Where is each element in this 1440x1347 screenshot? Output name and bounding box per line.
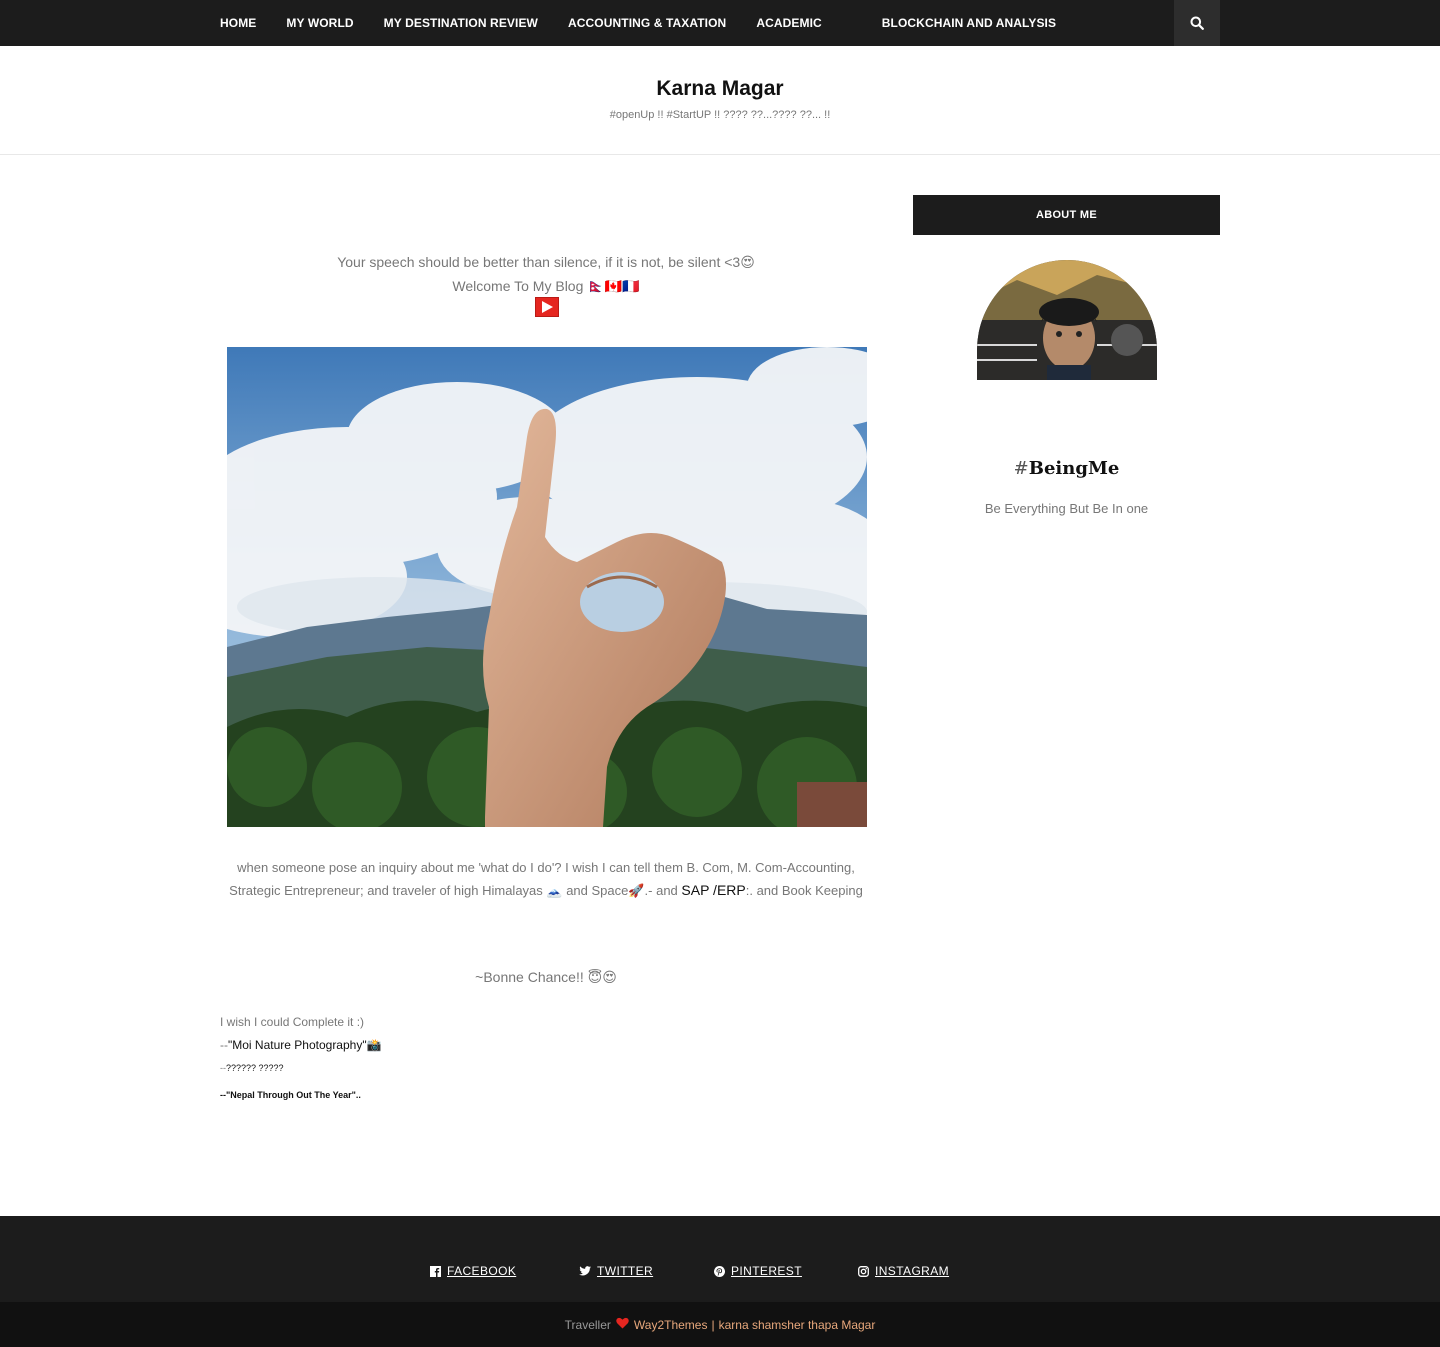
search-icon xyxy=(1190,16,1204,30)
footer-credits: Traveller Way2Themes | karna shamsher th… xyxy=(0,1302,1440,1347)
being-me-text: BeingMe xyxy=(1028,458,1120,479)
credits-separator: | xyxy=(711,1317,715,1332)
intro-line-2b: :. and Book Keeping xyxy=(745,883,863,898)
being-me-heading: #BeingMe xyxy=(913,458,1220,479)
author-link[interactable]: karna shamsher thapa Magar xyxy=(719,1318,876,1332)
intro-line-1: when someone pose an inquiry about me 'w… xyxy=(237,860,855,875)
moi-prefix: -- xyxy=(220,1038,228,1052)
pinterest-icon xyxy=(714,1265,725,1277)
avatar xyxy=(977,260,1157,380)
nepal-year-line: --"Nepal Through Out The Year".. xyxy=(220,1090,361,1100)
site-header: Karna Magar #openUp !! #StartUP !! ???? … xyxy=(0,46,1440,155)
instagram-label: INSTAGRAM xyxy=(875,1264,950,1278)
youtube-play-button[interactable] xyxy=(535,297,559,317)
pinterest-label: PINTEREST xyxy=(731,1264,802,1278)
top-navigation-bar: HOME MY WORLD MY DESTINATION REVIEW ACCO… xyxy=(0,0,1440,46)
hash-symbol: # xyxy=(1013,458,1029,479)
instagram-icon xyxy=(858,1265,869,1277)
complete-text: I wish I could Complete it :) xyxy=(220,1015,365,1029)
site-tagline: #openUp !! #StartUP !! ???? ??...???? ??… xyxy=(609,109,831,121)
sap-erp-link[interactable]: SAP /ERP xyxy=(681,882,745,898)
site-title[interactable]: Karna Magar xyxy=(0,77,1440,101)
nav-home[interactable]: HOME xyxy=(220,16,256,30)
twitter-icon xyxy=(579,1266,591,1276)
facebook-link[interactable]: FACEBOOK xyxy=(430,1264,516,1278)
hero-photo-hand-clouds xyxy=(227,347,867,827)
nav-blockchain-analysis[interactable]: BLOCKCHAIN AND ANALYSIS xyxy=(882,16,1056,30)
nepali-link[interactable]: ?????? ????? xyxy=(226,1063,284,1073)
heart-icon xyxy=(616,1317,629,1332)
facebook-icon xyxy=(430,1265,441,1277)
pinterest-link[interactable]: PINTEREST xyxy=(714,1264,802,1278)
facebook-label: FACEBOOK xyxy=(447,1264,517,1278)
bonne-chance-text: ~Bonne Chance!! 😇😍 xyxy=(475,969,617,985)
intro-paragraph: when someone pose an inquiry about me 'w… xyxy=(220,857,872,902)
way2themes-link[interactable]: Way2Themes xyxy=(634,1318,708,1332)
twitter-link[interactable]: TWITTER xyxy=(579,1264,653,1278)
moi-nature-line: --"Moi Nature Photography"📸 xyxy=(220,1038,382,1052)
footer-social-bar: FACEBOOK TWITTER PINTEREST INSTAGRAM xyxy=(0,1216,1440,1302)
being-me-subtitle: Be Everything But Be In one xyxy=(984,501,1149,516)
quote-text: Your speech should be better than silenc… xyxy=(337,254,755,270)
welcome-text: Welcome To My Blog 🇳🇵🇨🇦🇫🇷 xyxy=(452,278,640,294)
instagram-link[interactable]: INSTAGRAM xyxy=(858,1264,949,1278)
widget-title-about-me: ABOUT ME xyxy=(913,195,1220,235)
play-icon xyxy=(542,301,553,313)
intro-line-2a: Strategic Entrepreneur; and traveler of … xyxy=(229,883,682,898)
nav-accounting-taxation[interactable]: ACCOUNTING & TAXATION xyxy=(568,16,726,30)
moi-nature-photography-link[interactable]: "Moi Nature Photography" xyxy=(228,1038,367,1052)
search-button[interactable] xyxy=(1174,0,1220,46)
nav-academic[interactable]: ACADEMIC xyxy=(756,16,821,30)
camera-emoji: 📸 xyxy=(366,1038,382,1052)
nav-my-world[interactable]: MY WORLD xyxy=(286,16,353,30)
nepal-through-out-the-year-link[interactable]: --"Nepal Through Out The Year".. xyxy=(220,1090,361,1100)
nav-my-destination-review[interactable]: MY DESTINATION REVIEW xyxy=(384,16,538,30)
sidebar: ABOUT ME #BeingMe Be Everything But Be I… xyxy=(913,195,1220,516)
theme-name: Traveller xyxy=(564,1317,611,1332)
twitter-label: TWITTER xyxy=(597,1264,654,1278)
nepali-line: --?????? ????? xyxy=(220,1063,284,1073)
main-menu: HOME MY WORLD MY DESTINATION REVIEW ACCO… xyxy=(220,0,1086,46)
